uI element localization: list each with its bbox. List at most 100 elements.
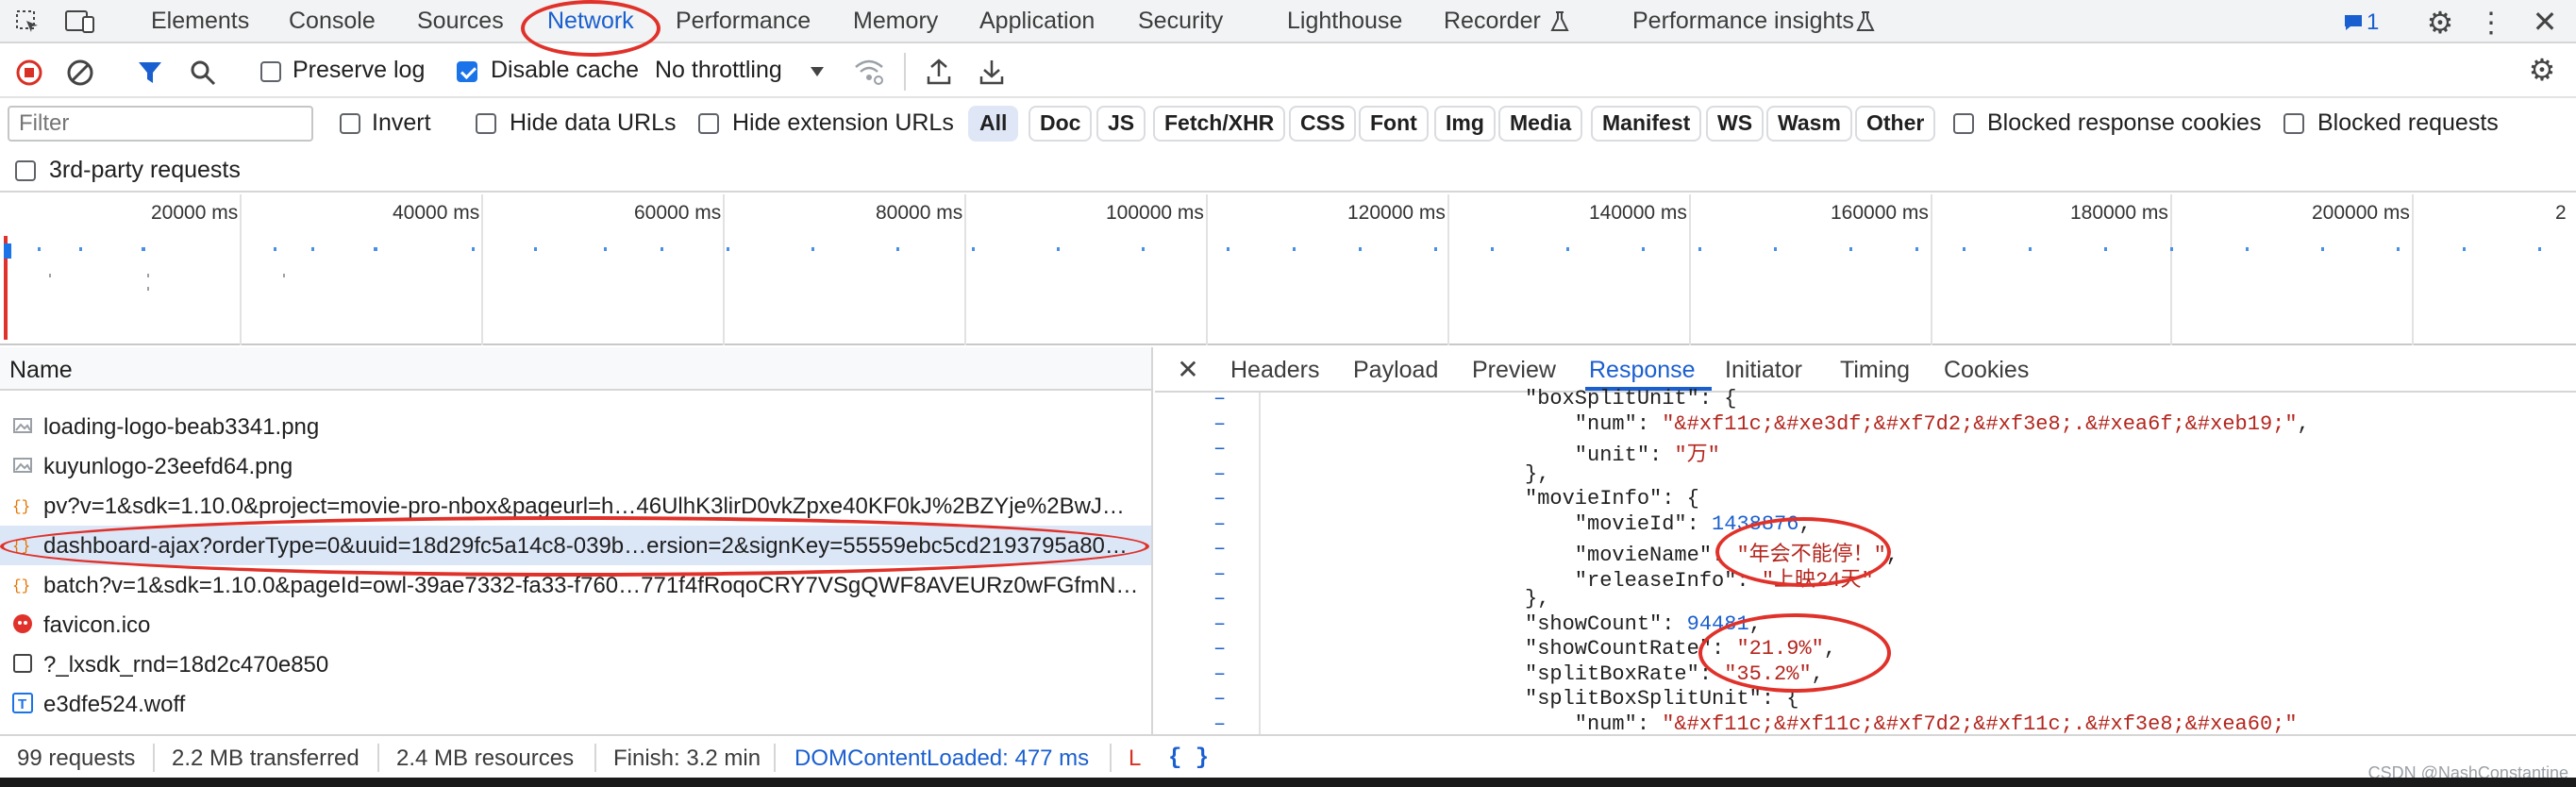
gutter-marker: – xyxy=(1213,537,1227,561)
type-filter-img[interactable]: Img xyxy=(1434,106,1496,142)
preserve-log-checkbox[interactable] xyxy=(260,61,281,82)
type-filter-media[interactable]: Media xyxy=(1498,106,1583,142)
hide-extension-urls-checkbox[interactable] xyxy=(698,113,719,134)
network-overview-timeline[interactable]: 20000 ms 40000 ms 60000 ms 80000 ms 1000… xyxy=(0,194,2576,345)
response-line: "movieInfo": { xyxy=(1525,487,1699,511)
gutter-marker: – xyxy=(1213,511,1227,536)
json-key: "movieId": xyxy=(1525,511,1713,536)
filter-funnel-icon[interactable] xyxy=(136,59,164,87)
request-name: loading-logo-beab3341.png xyxy=(43,414,320,440)
type-filter-all[interactable]: All xyxy=(968,106,1019,142)
filter-input[interactable] xyxy=(8,106,313,142)
json-key: "num": xyxy=(1525,411,1663,436)
tab-lighthouse[interactable]: Lighthouse xyxy=(1287,8,1402,35)
response-line: "unit": "万" xyxy=(1525,437,1720,467)
gutter-marker: – xyxy=(1213,661,1227,686)
json-key: "boxSplitUnit": { xyxy=(1525,387,1737,410)
tab-memory[interactable]: Memory xyxy=(853,8,938,35)
request-row-kuyunlogo[interactable]: kuyunlogo-23eefd64.png xyxy=(0,446,1151,486)
json-key: "movieInfo": { xyxy=(1525,487,1699,511)
json-key: "num": xyxy=(1525,712,1663,735)
search-icon[interactable] xyxy=(189,59,217,87)
blocked-requests-label: Blocked requests xyxy=(2317,109,2499,136)
third-party-row: 3rd-party requests xyxy=(0,149,2576,193)
blocked-requests-checkbox[interactable] xyxy=(2283,113,2304,134)
hide-extension-urls-label: Hide extension URLs xyxy=(732,109,954,136)
tab-preview[interactable]: Preview xyxy=(1472,357,1556,384)
flask-icon xyxy=(1547,9,1572,34)
type-filter-css[interactable]: CSS xyxy=(1289,106,1357,142)
request-row-lxsdk[interactable]: ?_lxsdk_rnd=18d2c470e850 xyxy=(0,645,1151,684)
tab-performance-insights[interactable]: Performance insights xyxy=(1632,8,1854,35)
svg-text:{}: {} xyxy=(12,578,30,594)
blocked-response-cookies-checkbox[interactable] xyxy=(1953,113,1974,134)
stop-recording-icon[interactable] xyxy=(15,59,43,87)
issues-icon[interactable] xyxy=(2342,11,2365,34)
tab-cookies[interactable]: Cookies xyxy=(1944,357,2029,384)
type-filter-font[interactable]: Font xyxy=(1359,106,1429,142)
request-row-woff[interactable]: T e3dfe524.woff xyxy=(0,684,1151,724)
type-filter-ws[interactable]: WS xyxy=(1706,106,1765,142)
request-name: e3dfe524.woff xyxy=(43,692,186,717)
gutter-marker: – xyxy=(1213,712,1227,735)
tab-security[interactable]: Security xyxy=(1138,8,1223,35)
bottom-edge xyxy=(0,778,2576,787)
type-filter-js[interactable]: JS xyxy=(1096,106,1146,142)
export-har-icon[interactable] xyxy=(978,57,1006,87)
status-divider xyxy=(377,744,379,772)
throttling-select[interactable]: No throttling xyxy=(655,57,782,84)
transferred-size: 2.2 MB transferred xyxy=(172,745,360,771)
request-row-loading-logo[interactable]: loading-logo-beab3341.png xyxy=(0,407,1151,446)
chevron-down-icon[interactable] xyxy=(808,62,827,81)
request-count: 99 requests xyxy=(17,745,136,771)
response-line: }, xyxy=(1525,587,1549,611)
tab-recorder[interactable]: Recorder xyxy=(1444,8,1541,35)
name-column-header[interactable]: Name xyxy=(0,347,1151,391)
tab-initiator[interactable]: Initiator xyxy=(1725,357,1802,384)
network-conditions-icon[interactable] xyxy=(853,57,885,87)
device-toolbar-icon[interactable] xyxy=(64,8,96,36)
tab-headers[interactable]: Headers xyxy=(1230,357,1320,384)
invert-checkbox[interactable] xyxy=(340,113,360,134)
details-tabbar: ✕ Headers Payload Preview Response Initi… xyxy=(1155,347,2576,393)
settings-gear-icon[interactable]: ⚙ xyxy=(2423,6,2457,40)
tab-performance[interactable]: Performance xyxy=(676,8,811,35)
inspect-element-icon[interactable] xyxy=(13,8,42,36)
json-key: "splitBoxRate": xyxy=(1525,661,1725,686)
network-settings-gear-icon[interactable]: ⚙ xyxy=(2525,53,2559,87)
json-key: }, xyxy=(1525,587,1550,611)
request-row-favicon[interactable]: favicon.ico xyxy=(0,605,1151,645)
pretty-print-braces-icon[interactable]: { } xyxy=(1168,745,1209,771)
type-filter-manifest[interactable]: Manifest xyxy=(1591,106,1702,142)
gutter-marker: – xyxy=(1213,561,1227,586)
tab-application[interactable]: Application xyxy=(979,8,1095,35)
favicon-icon xyxy=(11,612,34,635)
type-filter-doc[interactable]: Doc xyxy=(1029,106,1093,142)
type-filter-wasm[interactable]: Wasm xyxy=(1766,106,1852,142)
close-details-icon[interactable]: ✕ xyxy=(1174,355,1202,384)
json-key: , xyxy=(2297,411,2310,436)
close-icon[interactable]: ✕ xyxy=(2529,5,2561,39)
import-har-icon[interactable] xyxy=(925,57,953,87)
tab-sources[interactable]: Sources xyxy=(417,8,504,35)
tab-timing[interactable]: Timing xyxy=(1840,357,1910,384)
disable-cache-checkbox[interactable] xyxy=(457,61,477,82)
tab-console[interactable]: Console xyxy=(289,8,376,35)
status-divider xyxy=(774,744,776,772)
tab-payload[interactable]: Payload xyxy=(1353,357,1438,384)
tab-elements[interactable]: Elements xyxy=(151,8,249,35)
issues-count[interactable]: 1 xyxy=(2367,9,2379,36)
type-filter-other[interactable]: Other xyxy=(1855,106,1936,142)
third-party-label: 3rd-party requests xyxy=(49,157,241,183)
clear-icon[interactable] xyxy=(66,59,94,87)
hide-data-urls-checkbox[interactable] xyxy=(476,113,496,134)
json-string: "&#xf11c;&#xe3df;&#xf7d2;&#xf3e8;.&#xea6… xyxy=(1662,411,2298,436)
type-filter-fetch-xhr[interactable]: Fetch/XHR xyxy=(1153,106,1286,142)
gutter-marker: – xyxy=(1213,687,1227,711)
third-party-checkbox[interactable] xyxy=(15,160,36,181)
flask-icon xyxy=(1853,9,1878,34)
gutter-marker: – xyxy=(1213,611,1227,636)
devtools-tabbar: Elements Console Sources Network Perform… xyxy=(0,0,2576,43)
tab-response[interactable]: Response xyxy=(1589,357,1696,384)
more-options-icon[interactable]: ⋮ xyxy=(2477,6,2505,40)
